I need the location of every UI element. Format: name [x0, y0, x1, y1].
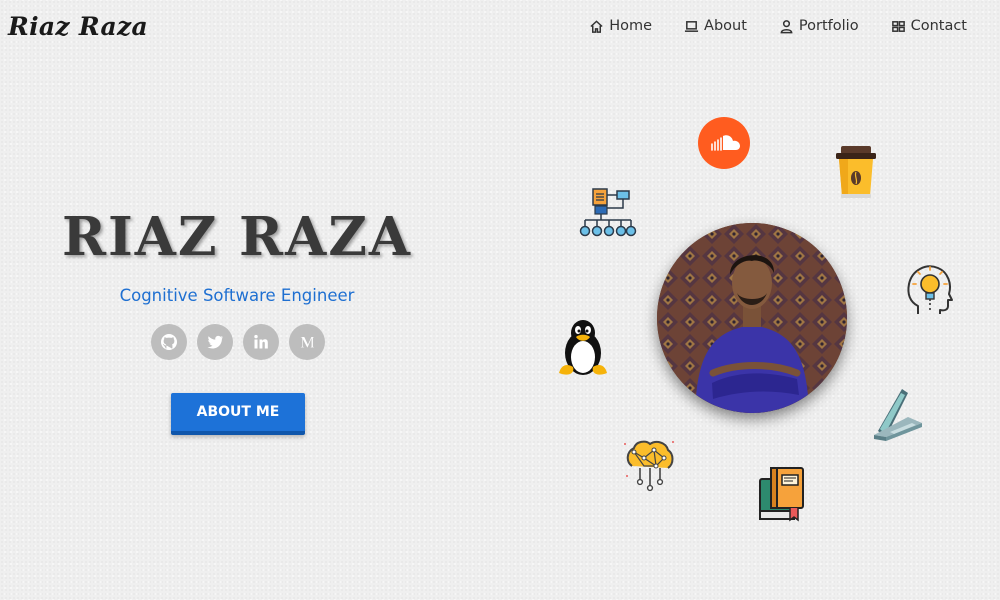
flowchart-icon [579, 188, 637, 237]
idea-head-icon [907, 265, 953, 314]
books-icon [759, 467, 804, 522]
linkedin-icon [254, 334, 268, 349]
hero-subtitle: Cognitive Software Engineer [119, 286, 355, 305]
nav-portfolio[interactable]: Portfolio [779, 18, 859, 34]
linkedin-link[interactable] [243, 324, 279, 360]
social-links [151, 324, 325, 360]
nav-portfolio-label: Portfolio [798, 18, 859, 34]
medium-icon [300, 337, 314, 348]
github-link[interactable] [151, 324, 187, 360]
laptop-icon [874, 389, 922, 441]
profile-photo [657, 223, 847, 413]
about-me-button[interactable]: ABOUT ME [171, 393, 305, 435]
nav-contact[interactable]: Contact [891, 18, 967, 34]
nav-about-label: About [704, 18, 747, 34]
linux-penguin-icon [559, 320, 607, 375]
nav-about[interactable]: About [684, 18, 747, 34]
medium-link[interactable] [289, 324, 325, 360]
grid-icon [891, 20, 905, 32]
coffee-cup-icon [836, 146, 876, 198]
main-nav: Home About Portfolio Contact [557, 18, 967, 34]
laptop-icon [684, 20, 699, 32]
github-icon [161, 334, 177, 350]
nav-home-label: Home [609, 18, 653, 34]
hero-name: RIAZ RAZA [61, 206, 413, 268]
soundcloud-icon [698, 117, 750, 169]
site-logo[interactable]: Riaz Raza [8, 12, 148, 41]
home-icon [590, 19, 603, 33]
nav-home[interactable]: Home [589, 18, 652, 34]
nav-contact-label: Contact [910, 18, 967, 34]
twitter-icon [207, 335, 223, 349]
twitter-link[interactable] [197, 324, 233, 360]
user-icon [780, 19, 793, 33]
brain-network-icon [624, 440, 674, 492]
